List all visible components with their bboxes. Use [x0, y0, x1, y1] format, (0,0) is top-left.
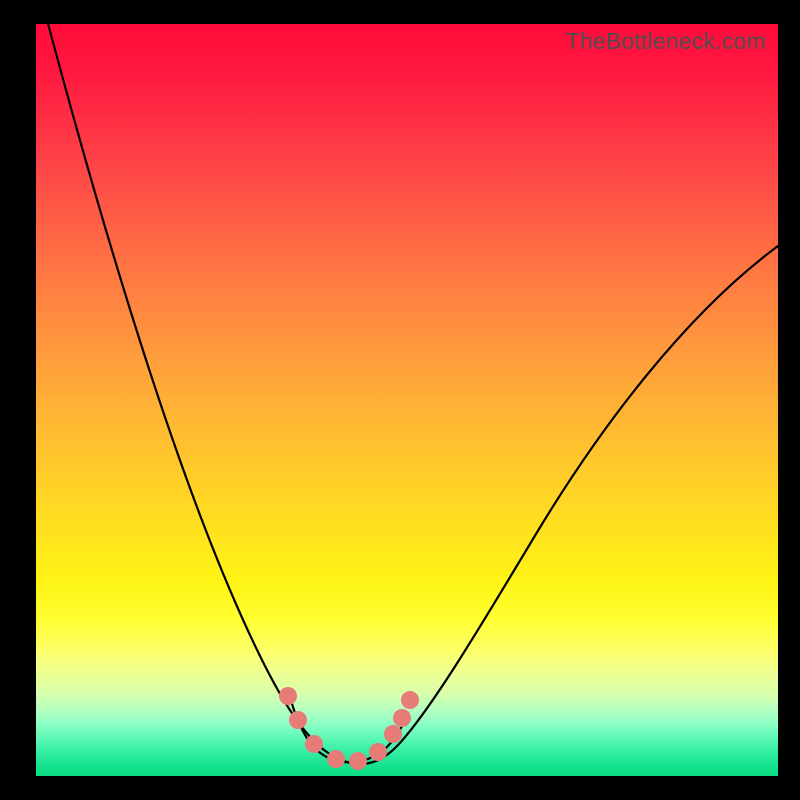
plot-area: TheBottleneck.com [36, 24, 778, 776]
marker-dot [305, 735, 323, 753]
curve-path [46, 16, 778, 764]
marker-dot [279, 687, 297, 705]
marker-dot [393, 709, 411, 727]
marker-dot [401, 691, 419, 709]
marker-dot [349, 752, 367, 770]
marker-dot [289, 711, 307, 729]
marker-dot [369, 743, 387, 761]
chart-frame: TheBottleneck.com [0, 0, 800, 800]
bottleneck-curve [36, 24, 778, 776]
marker-dot [327, 750, 345, 768]
marker-dot [384, 725, 402, 743]
